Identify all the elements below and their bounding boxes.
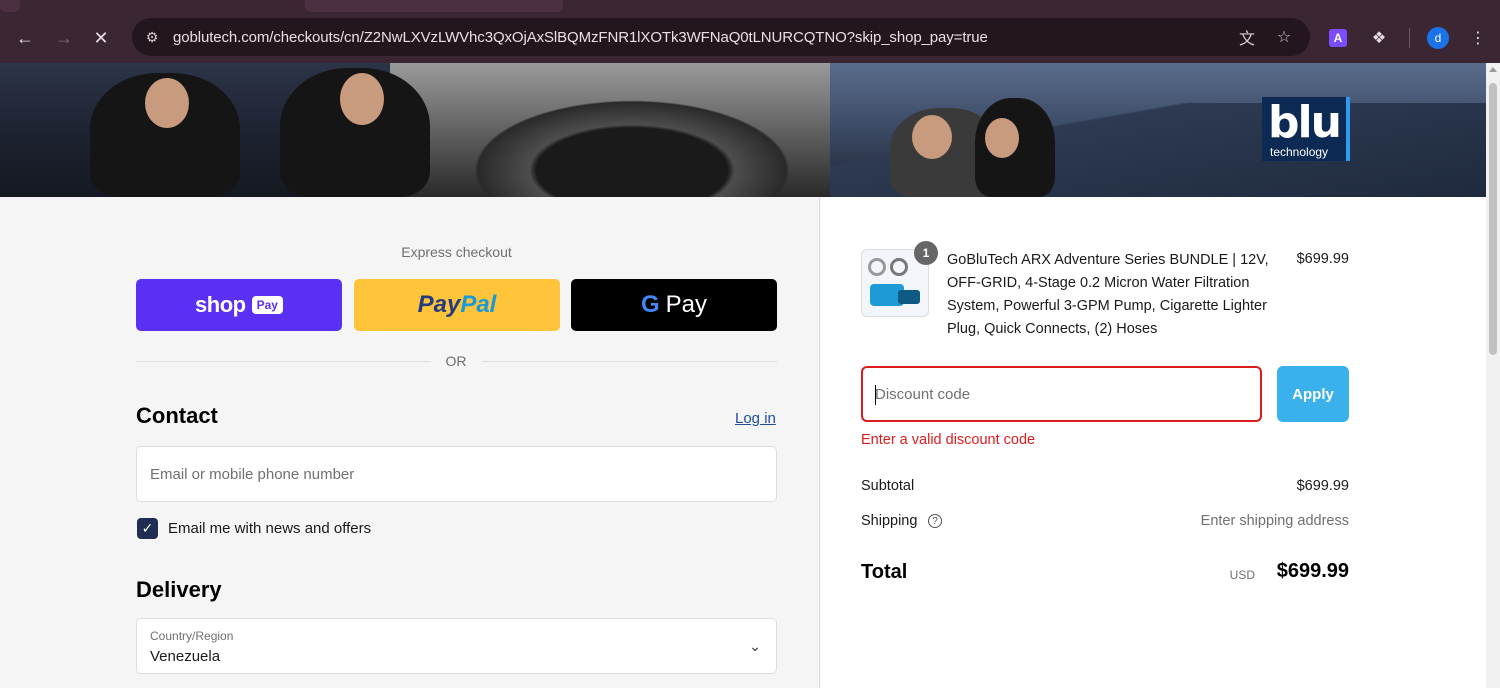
paypal-button[interactable]: Pay Pal: [354, 279, 560, 331]
stop-loading-icon[interactable]: ✕: [89, 26, 113, 50]
url-text[interactable]: goblutech.com/checkouts/cn/Z2NwLXVzLWVhc…: [173, 29, 988, 46]
address-bar[interactable]: ⚙ goblutech.com/checkouts/cn/Z2NwLXVzLWV…: [132, 18, 1310, 56]
extensions-puzzle-icon[interactable]: ❖: [1367, 26, 1391, 50]
product-price: $699.99: [1296, 251, 1349, 267]
shop-pay-pill: Pay: [251, 296, 283, 314]
tab-left-edge[interactable]: [0, 0, 20, 12]
login-link[interactable]: Log in: [735, 410, 776, 427]
total-value: $699.99: [1276, 560, 1349, 582]
bookmark-star-icon[interactable]: ☆: [1273, 26, 1295, 48]
email-placeholder: Email or mobile phone number: [150, 466, 355, 483]
banner-face-1: [145, 78, 189, 128]
or-divider-left: [136, 361, 431, 362]
discount-code-input[interactable]: Discount code: [861, 366, 1262, 422]
subtotal-label: Subtotal: [861, 478, 915, 494]
newsletter-checkbox[interactable]: ✓: [137, 518, 158, 539]
extension-a-icon: A: [1329, 29, 1347, 47]
product-name: GoBluTech ARX Adventure Series BUNDLE | …: [947, 252, 1269, 337]
order-summary-column: 1 GoBluTech ARX Adventure Series BUNDLE …: [821, 197, 1486, 688]
scrollbar-thumb[interactable]: [1489, 83, 1497, 355]
contact-heading: Contact: [136, 403, 218, 428]
forward-icon[interactable]: →: [52, 26, 76, 50]
browser-tab[interactable]: [305, 0, 563, 12]
store-banner: blu technology: [0, 63, 1486, 197]
country-select[interactable]: Country/Region Venezuela ⌄: [136, 618, 777, 674]
thumb-hose-1: [868, 258, 886, 276]
google-pay-text: Pay: [665, 291, 708, 318]
shipping-label: Shipping: [861, 513, 918, 529]
country-label: Country/Region: [150, 629, 234, 643]
thumb-pump: [898, 290, 920, 304]
shipping-value: Enter shipping address: [1200, 513, 1349, 529]
quantity-badge: 1: [914, 241, 938, 265]
back-icon[interactable]: ←: [13, 26, 37, 50]
profile-avatar: d: [1427, 27, 1449, 49]
email-field[interactable]: Email or mobile phone number: [136, 446, 777, 502]
or-divider-right: [482, 361, 777, 362]
country-value: Venezuela: [150, 648, 221, 665]
profile-button[interactable]: d: [1426, 26, 1450, 50]
browser-menu-icon[interactable]: ⋮: [1466, 26, 1490, 50]
shop-pay-wordmark: shop: [195, 292, 246, 317]
discount-error-message: Enter a valid discount code: [861, 432, 1036, 448]
banner-face-2: [340, 73, 384, 125]
thumb-hose-2: [890, 258, 908, 276]
logo-subtitle: technology: [1270, 145, 1329, 159]
discount-placeholder: Discount code: [875, 386, 971, 403]
delivery-heading: Delivery: [136, 577, 222, 602]
total-currency: USD: [1229, 568, 1255, 582]
express-checkout-label: Express checkout: [401, 244, 512, 260]
apply-discount-button[interactable]: Apply: [1277, 366, 1349, 422]
subtotal-value: $699.99: [1296, 478, 1349, 494]
page-scrollbar[interactable]: [1486, 63, 1500, 688]
extension-a-button[interactable]: A: [1326, 26, 1350, 50]
help-icon[interactable]: ?: [928, 514, 942, 528]
paypal-wordmark-pal: Pal: [460, 291, 497, 318]
chevron-down-icon: ⌄: [749, 637, 761, 654]
scroll-up-arrow-icon[interactable]: [1489, 67, 1497, 72]
translate-icon[interactable]: 文: [1236, 26, 1258, 48]
google-g-icon: G: [640, 291, 660, 318]
browser-toolbar: ← → ✕ ⚙ goblutech.com/checkouts/cn/Z2NwL…: [0, 12, 1500, 63]
shop-pay-button[interactable]: shop Pay: [136, 279, 342, 331]
tab-strip: [0, 0, 1500, 12]
logo-accent-bar: [1346, 97, 1350, 161]
google-pay-button[interactable]: G Pay: [571, 279, 777, 331]
logo-word: blu: [1268, 97, 1342, 148]
total-label: Total: [861, 561, 908, 583]
newsletter-label[interactable]: Email me with news and offers: [168, 520, 371, 537]
paypal-wordmark-pay: Pay: [417, 291, 461, 318]
toolbar-divider: [1409, 28, 1410, 48]
store-logo[interactable]: blu technology: [1262, 97, 1350, 161]
banner-truck: [390, 63, 830, 197]
banner-face-3: [912, 115, 952, 159]
banner-face-4: [985, 118, 1019, 158]
checkout-form-column: Express checkout shop Pay Pay Pal G Pay O…: [0, 197, 820, 688]
or-divider-text: OR: [445, 353, 467, 369]
site-settings-icon[interactable]: ⚙: [142, 27, 162, 47]
